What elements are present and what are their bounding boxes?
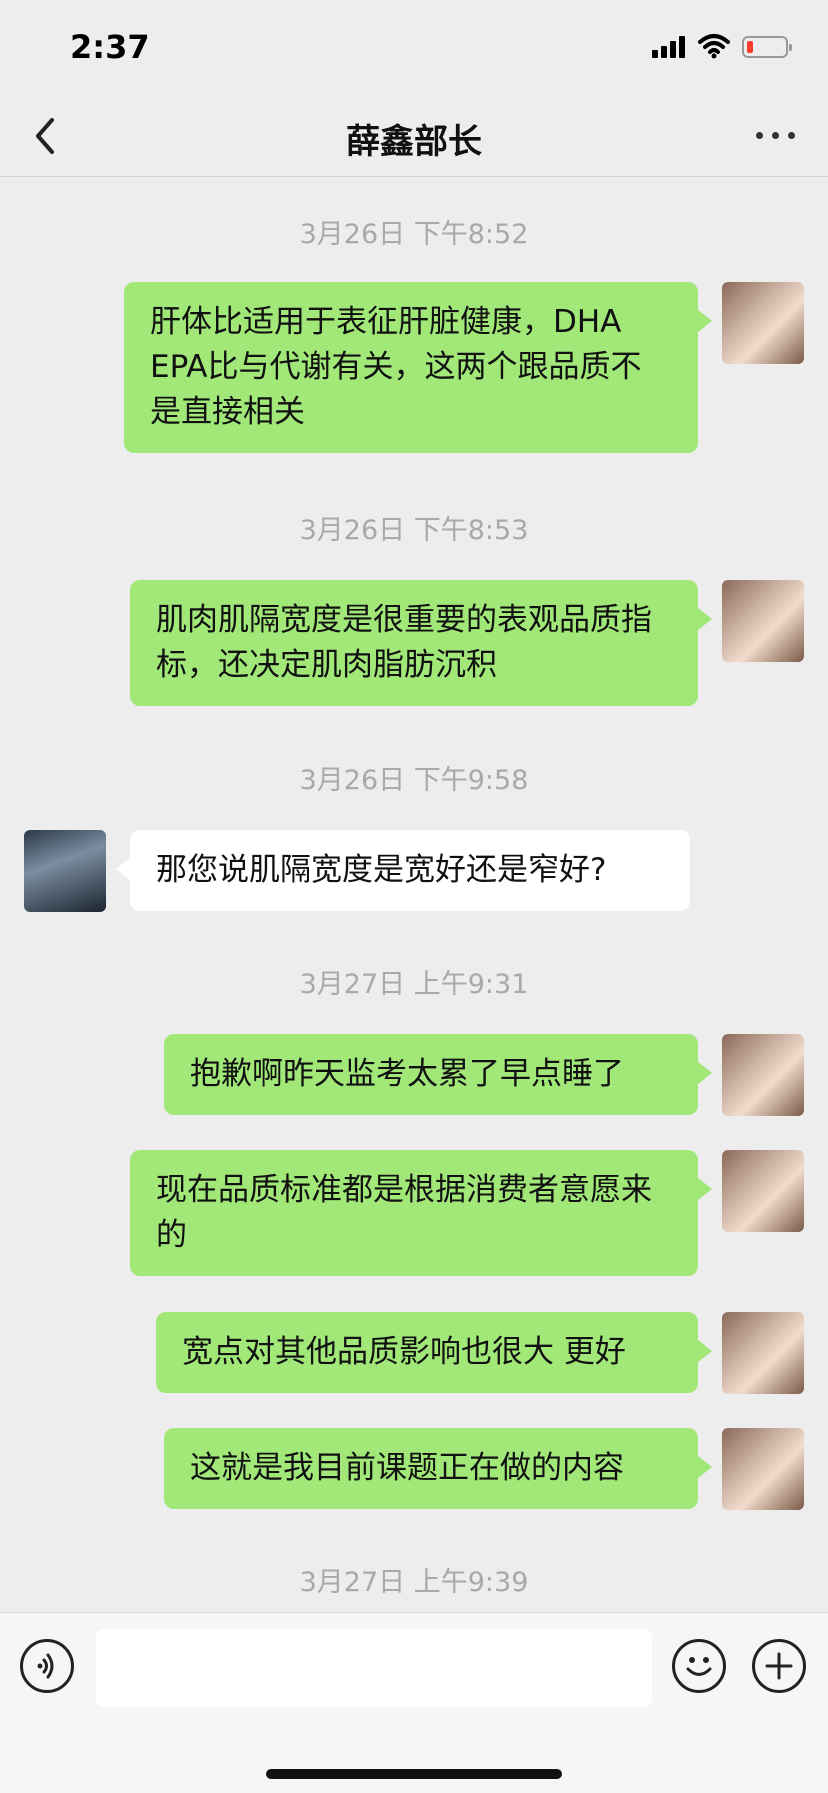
more-functions-button[interactable] [752,1639,806,1693]
sent-message-bubble[interactable]: 宽点对其他品质影响也很大 更好 [156,1312,712,1393]
battery-icon [742,36,792,58]
message-timestamp: 3月26日 下午8:52 [299,219,529,250]
my-avatar[interactable] [722,1428,804,1510]
voice-icon [37,1653,54,1679]
my-avatar[interactable] [722,282,804,364]
home-indicator[interactable] [266,1769,562,1779]
message-timestamp: 3月27日 上午9:31 [299,969,529,1000]
sent-message-bubble[interactable]: 抱歉啊昨天监考太累了早点睡了 [164,1034,712,1115]
sent-message-bubble[interactable]: 现在品质标准都是根据消费者意愿来的 [130,1150,712,1276]
my-avatar[interactable] [722,1034,804,1116]
my-avatar[interactable] [722,1150,804,1232]
sent-message-bubble[interactable]: 肌肉肌隔宽度是很重要的表观品质指标，还决定肌肉脂肪沉积 [130,580,712,706]
sent-message-bubble[interactable]: 这就是我目前课题正在做的内容 [164,1428,712,1509]
chat-title: 薛鑫部长 [346,122,482,162]
chat-message-list[interactable]: 3月26日 下午8:52 肝体比适用于表征肝脏健康，DHA EPA比与代谢有关，… [0,178,828,1610]
emoji-button[interactable] [672,1639,726,1693]
more-options-icon[interactable] [754,128,798,142]
voice-input-button[interactable] [20,1639,74,1693]
nav-bar: 薛鑫部长 [0,100,828,177]
message-timestamp: 3月27日 上午9:39 [299,1567,529,1598]
message-input-bar [0,1612,828,1793]
message-timestamp: 3月26日 下午8:53 [299,515,529,546]
status-bar: 2:37 [0,0,828,100]
received-message-bubble[interactable]: 那您说肌隔宽度是宽好还是窄好? [116,830,690,911]
cellular-signal-icon [652,34,688,58]
plus-icon [765,1652,793,1680]
sent-message-bubble[interactable]: 肝体比适用于表征肝脏健康，DHA EPA比与代谢有关，这两个跟品质不是直接相关 [124,282,712,453]
contact-avatar[interactable] [24,830,106,912]
my-avatar[interactable] [722,1312,804,1394]
message-timestamp: 3月26日 下午9:58 [299,765,529,796]
message-text-input[interactable] [96,1629,652,1707]
status-time: 2:37 [70,28,150,66]
my-avatar[interactable] [722,580,804,662]
smiley-face-icon [686,1657,712,1676]
wifi-icon [698,34,730,59]
